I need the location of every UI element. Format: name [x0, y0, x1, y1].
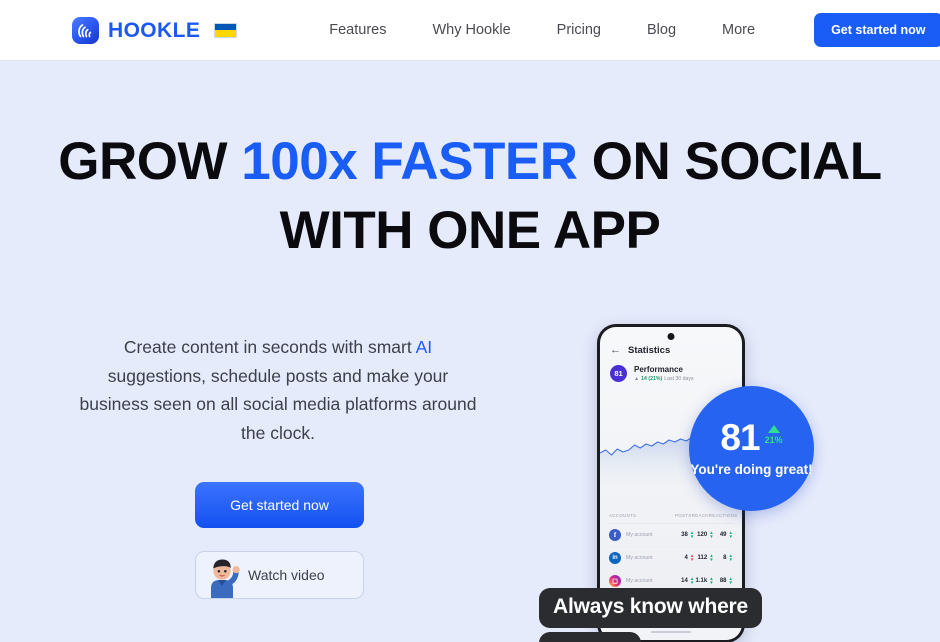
account-name: My account: [626, 532, 653, 538]
phone-mockup: ← Statistics 81 Performance ▲ 14 (21%) L…: [539, 324, 814, 642]
subcopy-accent-ai: AI: [415, 337, 433, 357]
hero-headline: GROW 100x FASTER ON SOCIAL WITH ONE APP: [0, 127, 940, 266]
cell-reach: 120 ▲ ▼: [697, 529, 714, 539]
hero-get-started-button[interactable]: Get started now: [195, 482, 364, 528]
triangle-up-icon: ▲: [634, 376, 640, 382]
account-name: My account: [626, 578, 653, 584]
table-row[interactable]: f My account 38 ▲ ▼ 120 ▲ ▼ 49 ▲ ▼: [609, 524, 733, 547]
col-posts: POSTS: [675, 513, 692, 518]
header-get-started-button[interactable]: Get started now: [814, 13, 940, 47]
headline-accent: 100x FASTER: [241, 132, 578, 191]
performance-label: Performance: [634, 365, 683, 374]
performance-period: Last 30 days: [664, 376, 694, 382]
ukraine-flag-icon: [214, 22, 238, 38]
cell-reactions: 49 ▲ ▼: [719, 529, 733, 539]
cell-posts: 38 ▲ ▼: [681, 529, 695, 539]
camera-punchhole-icon: [667, 333, 675, 340]
performance-summary: 81 Performance ▲ 14 (21%) Last 30 days: [600, 356, 742, 382]
main-navigation: Features Why Hookle Pricing Blog More Ge…: [306, 13, 940, 47]
cell-reach: 112 ▲ ▼: [697, 552, 714, 562]
score-bubble: 81 21% You're doing great!: [689, 386, 814, 511]
waving-person-icon: [211, 559, 240, 598]
table-row[interactable]: in My account 4 ▲ ▼ 112 ▲ ▼ 8 ▲ ▼: [609, 547, 733, 570]
caption-overlay: Always know where you st.: [539, 588, 817, 642]
nav-item-blog[interactable]: Blog: [624, 22, 699, 38]
col-reach: REACH: [691, 513, 709, 518]
brand-logo[interactable]: HOOKLE: [72, 16, 238, 44]
performance-delta-row: ▲ 14 (21%) Last 30 days: [634, 376, 694, 382]
hero-subcopy: Create content in seconds with smart AI …: [78, 333, 478, 447]
score-value: 81: [720, 417, 760, 459]
brand-name: HOOKLE: [108, 18, 201, 42]
account-name: My account: [626, 555, 653, 561]
subcopy-after: suggestions, schedule posts and make you…: [79, 365, 477, 443]
statistics-screen-header: ← Statistics: [600, 327, 742, 356]
performance-delta: 14 (21%): [641, 376, 663, 382]
landing-page: HOOKLE Features Why Hookle Pricing Blog …: [0, 0, 940, 642]
score-message: You're doing great!: [690, 462, 813, 478]
watch-video-label: Watch video: [248, 567, 325, 583]
arrow-left-icon[interactable]: ←: [610, 344, 621, 356]
hero-section: GROW 100x FASTER ON SOCIAL WITH ONE APP …: [0, 61, 940, 642]
statistics-title: Statistics: [628, 344, 671, 356]
triangle-up-icon: [767, 425, 780, 434]
watch-video-button[interactable]: Watch video: [195, 551, 364, 599]
cell-reactions: 8 ▲ ▼: [723, 552, 733, 562]
nav-item-pricing[interactable]: Pricing: [534, 22, 624, 38]
table-header-row: ACCOUNTS POSTS REACH REACTIONS: [609, 513, 737, 524]
caption-line-1: Always know where: [539, 588, 763, 628]
nav-item-features[interactable]: Features: [306, 22, 409, 38]
caption-line-2: you st.: [539, 632, 642, 642]
col-accounts: ACCOUNTS: [609, 513, 637, 518]
cell-reactions: 88 ▲ ▼: [719, 575, 733, 585]
facebook-icon: f: [609, 529, 621, 541]
linkedin-icon: in: [609, 552, 621, 564]
cell-reach: 1.1k ▲ ▼: [695, 575, 714, 585]
hookle-wave-icon: [72, 16, 99, 44]
score-top-row: 81 21%: [720, 419, 782, 456]
site-header: HOOKLE Features Why Hookle Pricing Blog …: [0, 0, 940, 61]
performance-score-badge: 81: [610, 365, 627, 382]
score-percent: 21%: [764, 435, 783, 446]
cell-posts: 4 ▲ ▼: [684, 552, 695, 562]
headline-part-1: GROW: [58, 132, 242, 191]
subcopy-before: Create content in seconds with smart: [123, 337, 416, 357]
score-delta: 21%: [765, 425, 783, 445]
nav-item-why-hookle[interactable]: Why Hookle: [409, 22, 533, 38]
nav-item-more[interactable]: More: [699, 22, 778, 38]
cell-posts: 14 ▲ ▼: [681, 575, 695, 585]
col-reactions: REACTIONS: [708, 513, 738, 518]
instagram-icon: ◻: [609, 575, 621, 587]
